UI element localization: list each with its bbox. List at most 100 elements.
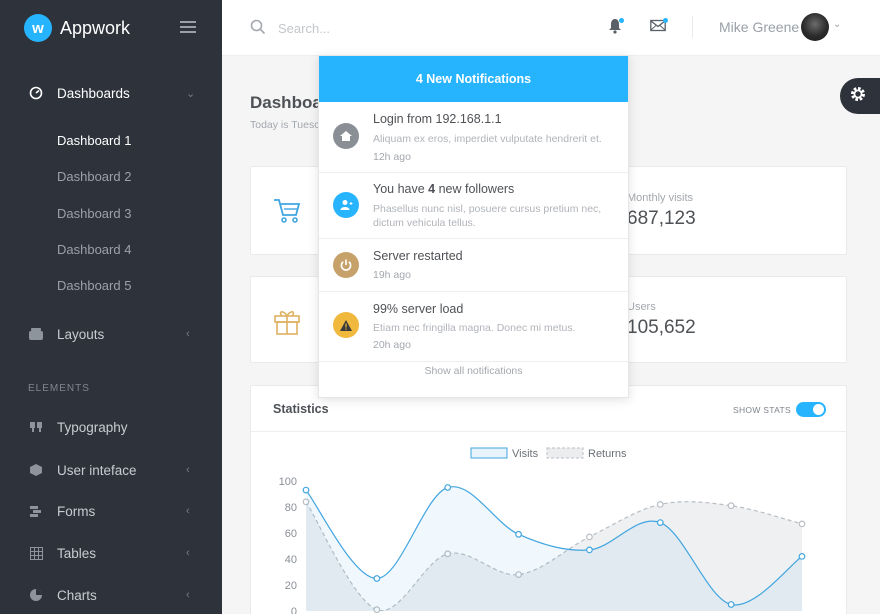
notification-item[interactable]: Server restarted 19h ago (319, 239, 628, 292)
sidebar-item-label: Dashboards (57, 85, 130, 101)
chevron-down-icon[interactable]: ⌄ (833, 19, 841, 30)
sidebar-subitem-dashboard-5[interactable]: Dashboard 5 (57, 278, 131, 293)
sidebar-item-label: Layouts (57, 326, 105, 342)
settings-button[interactable] (840, 78, 880, 114)
sidebar-item-tables[interactable]: Tables ‹ (0, 534, 222, 572)
sidebar-item-label: User inteface (57, 462, 137, 478)
sidebar-subitem-dashboard-2[interactable]: Dashboard 2 (57, 169, 131, 184)
topbar-divider (692, 16, 693, 38)
gift-icon (273, 307, 301, 340)
chevron-left-icon: ‹ (186, 328, 190, 340)
message-dot (663, 18, 668, 23)
data-point[interactable] (586, 533, 593, 541)
speedometer-icon (28, 86, 44, 100)
data-point[interactable] (727, 601, 735, 608)
avatar[interactable] (801, 13, 829, 41)
data-point[interactable] (727, 502, 735, 510)
forms-icon (28, 504, 44, 518)
sidebar-subitem-dashboard-3[interactable]: Dashboard 3 (57, 206, 131, 221)
notification-dot (619, 18, 624, 23)
legend-label: Visits (512, 448, 539, 460)
notification-title: 99% server load (373, 302, 464, 316)
sidebar-item-dashboards[interactable]: Dashboards ⌄ (0, 74, 222, 112)
stat-label: Monthly visits (627, 192, 694, 204)
data-point[interactable] (798, 552, 806, 560)
stat-label: Users (627, 301, 656, 313)
chevron-left-icon: ‹ (186, 464, 190, 476)
y-tick-label: 60 (285, 528, 297, 540)
sidebar-item-charts[interactable]: Charts ‹ (0, 576, 222, 614)
data-point[interactable] (444, 484, 452, 491)
statistics-line-chart: 100 80 60 40 20 0 Visits Returns (279, 447, 806, 614)
user-name[interactable]: Mike Greene (719, 19, 799, 35)
search-input[interactable] (278, 18, 518, 38)
data-point[interactable] (373, 575, 381, 582)
title-text: You have (373, 182, 429, 196)
data-point[interactable] (656, 501, 664, 508)
statistics-title: Statistics (273, 402, 329, 416)
y-tick-label: 100 (279, 476, 297, 488)
quote-icon (28, 420, 44, 434)
sidebar-item-typography[interactable]: Typography (0, 408, 222, 446)
legend-label: Returns (588, 448, 627, 460)
home-icon (333, 123, 359, 149)
shopping-cart-icon (273, 198, 301, 229)
sidebar-subitem-dashboard-1[interactable]: Dashboard 1 (57, 133, 131, 148)
warning-icon (333, 312, 359, 338)
notifications-bell-icon[interactable] (608, 18, 624, 39)
data-point[interactable] (302, 486, 310, 494)
chevron-down-icon: ⌄ (186, 87, 196, 100)
user-plus-icon (333, 192, 359, 218)
gear-icon (849, 85, 867, 108)
stat-value: 687,123 (627, 208, 696, 229)
data-point[interactable] (798, 520, 806, 528)
sidebar-item-label: Charts (57, 587, 97, 603)
pie-chart-icon (28, 588, 44, 602)
brand-logo-icon: w (24, 14, 52, 42)
statistics-card: Statistics SHOW STATS 100 80 60 40 20 0 Visits… (250, 385, 847, 614)
grid-icon (28, 546, 44, 560)
stat-value: 105,652 (627, 317, 696, 338)
sidebar-item-layouts[interactable]: Layouts ‹ (0, 315, 222, 353)
y-tick-label: 20 (285, 580, 297, 592)
notification-text: Aliquam ex eros, imperdiet vulputate hen… (373, 133, 602, 145)
notification-item[interactable]: Login from 192.168.1.1 Aliquam ex eros, … (319, 102, 628, 173)
notifications-dropdown: 4 New Notifications Login from 192.168.1… (318, 55, 629, 398)
topbar: Mike Greene ⌄ (222, 0, 880, 56)
show-stats-toggle[interactable] (796, 402, 826, 417)
notification-title: You have 4 new followers (373, 182, 514, 196)
sidebar-item-label: Forms (57, 503, 96, 519)
sidebar-item-forms[interactable]: Forms ‹ (0, 492, 222, 530)
notification-item[interactable]: You have 4 new followers Phasellus nunc … (319, 173, 628, 239)
sidebar-item-label: Typography (57, 419, 128, 435)
notification-item[interactable]: 99% server load Etiam nec fringilla magn… (319, 292, 628, 362)
chevron-left-icon: ‹ (186, 589, 190, 601)
y-tick-label: 40 (285, 554, 297, 566)
legend-swatch-returns (546, 447, 584, 459)
search-icon (250, 19, 266, 40)
power-icon (333, 252, 359, 278)
menu-toggle-icon[interactable] (180, 21, 196, 33)
sidebar-subitem-dashboard-4[interactable]: Dashboard 4 (57, 242, 131, 257)
notification-time: 20h ago (373, 339, 411, 351)
brand-name: Appwork (60, 17, 131, 38)
sidebar-section-label: ELEMENTS (28, 383, 90, 394)
data-point[interactable] (515, 530, 522, 538)
notifications-header: 4 New Notifications (319, 56, 628, 102)
divider (251, 431, 846, 432)
data-point[interactable] (586, 546, 593, 554)
page-subtitle: Today is Tuesc (250, 119, 320, 131)
chevron-left-icon: ‹ (186, 547, 190, 559)
notification-title: Server restarted (373, 249, 463, 263)
layers-icon (28, 327, 44, 341)
sidebar-item-user-interface[interactable]: User inteface ‹ (0, 451, 222, 489)
notification-text: Phasellus nunc nisl, posuere cursus pret… (373, 203, 602, 229)
messages-icon[interactable] (650, 18, 668, 37)
y-tick-label: 0 (291, 606, 297, 614)
chevron-left-icon: ‹ (186, 505, 190, 517)
show-all-notifications-link[interactable]: Show all notifications (319, 365, 628, 377)
data-point[interactable] (656, 519, 664, 526)
page-title: Dashboa (250, 93, 322, 112)
cube-icon (28, 463, 44, 477)
legend-swatch-visits (470, 447, 508, 459)
